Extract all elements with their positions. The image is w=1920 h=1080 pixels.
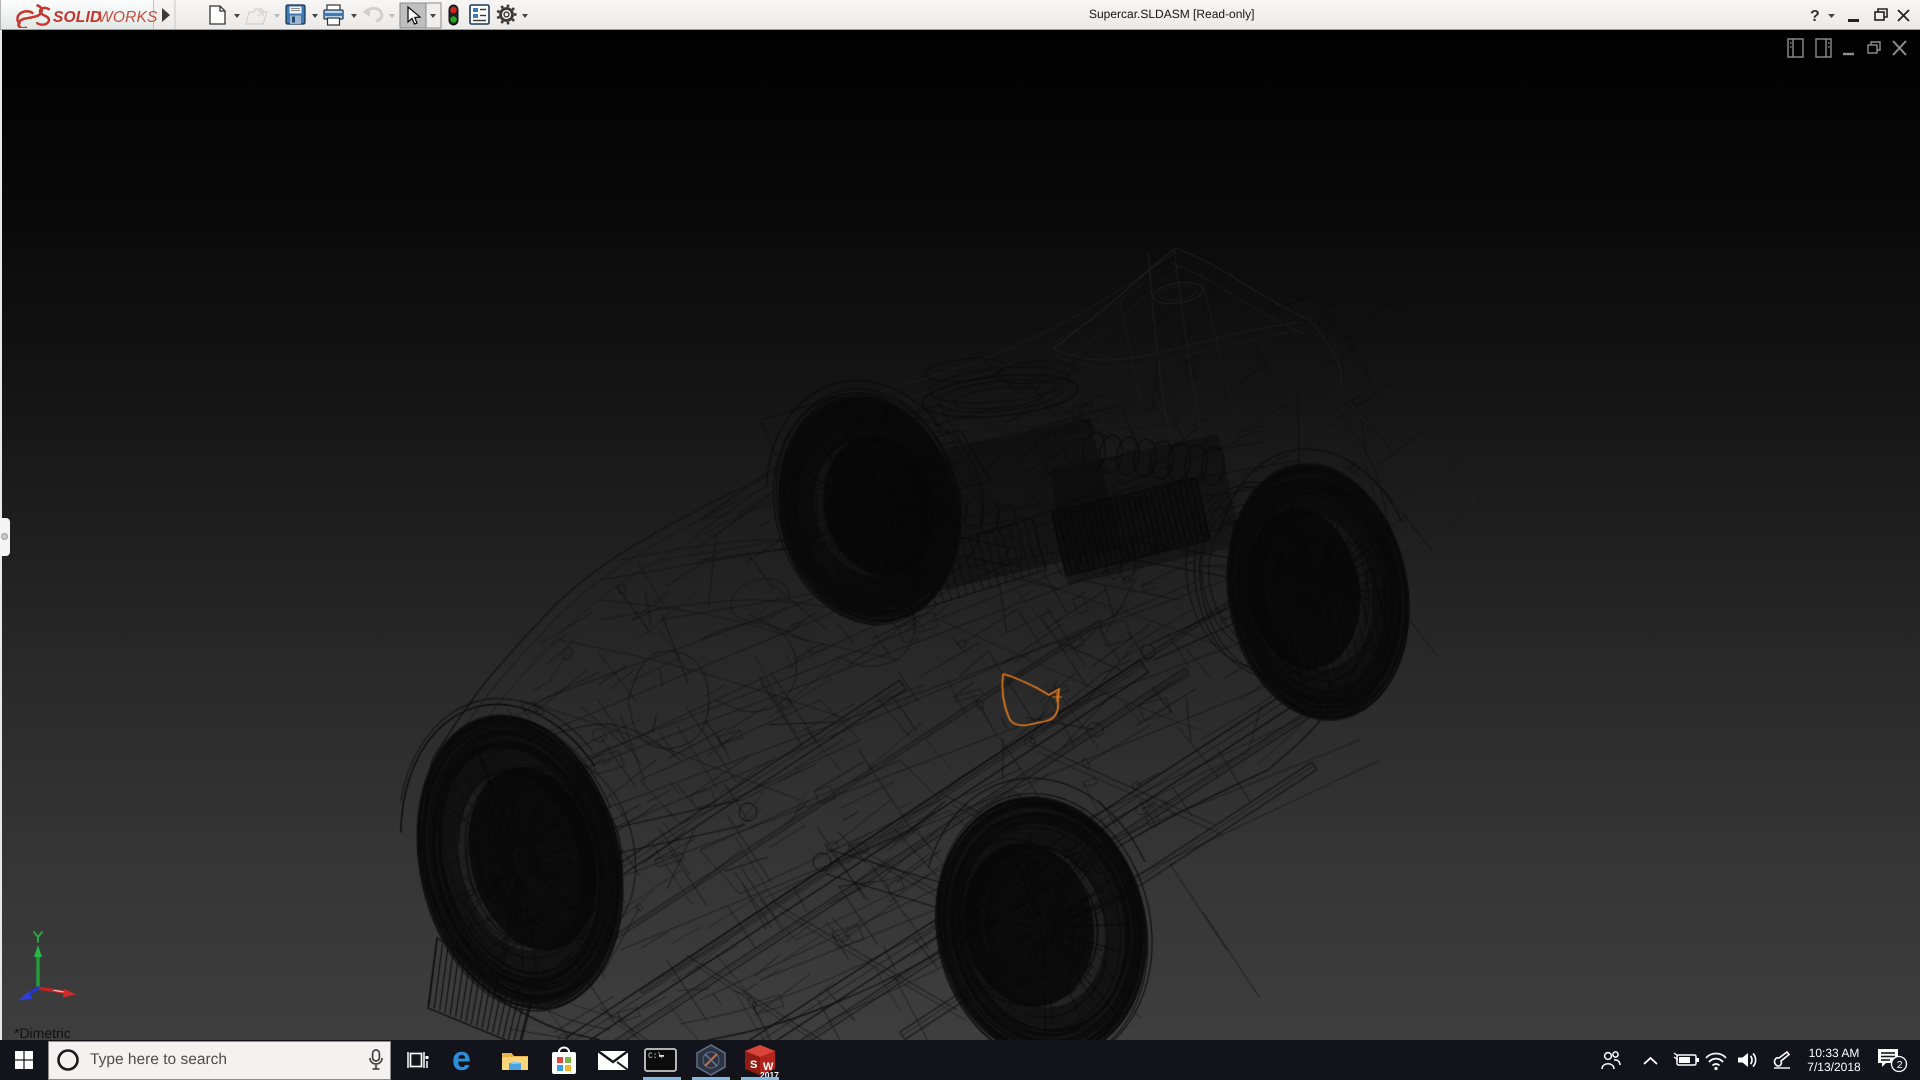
svg-text:S: S (750, 1059, 757, 1071)
svg-text:?: ? (1810, 8, 1820, 25)
svg-text:2: 2 (1897, 1059, 1903, 1071)
svg-text:WORKS: WORKS (98, 9, 157, 26)
svg-text:SOLID: SOLID (53, 9, 101, 26)
svg-text:e: e (452, 1040, 471, 1078)
